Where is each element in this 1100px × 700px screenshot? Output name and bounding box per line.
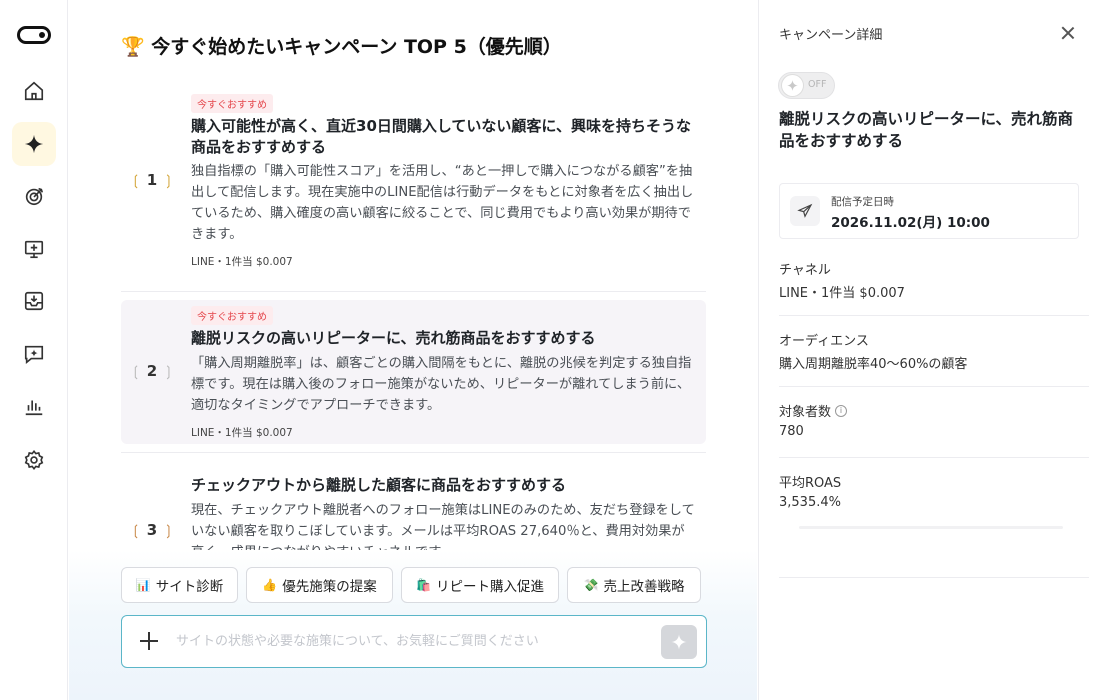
laurel-left-icon: ❲ (129, 523, 142, 539)
schedule-label: 配信予定日時 (831, 196, 894, 208)
chip-sales-strategy[interactable]: 💸 売上改善戦略 (567, 567, 701, 603)
sidebar (0, 0, 68, 700)
campaign-title: チェックアウトから離脱した顧客に商品をおすすめする (191, 476, 567, 494)
rank-number: 3 (146, 521, 158, 539)
laurel-left-icon: ❲ (129, 364, 142, 380)
channel-value: LINE・1件当 $0.007 (779, 286, 905, 301)
chart-emoji-icon: 📊 (135, 578, 151, 592)
divider (779, 315, 1089, 316)
rank-number: 1 (146, 171, 158, 189)
toggle-label: OFF (808, 79, 827, 90)
logo[interactable] (17, 26, 51, 44)
shopping-bag-icon: 🛍️ (416, 578, 431, 592)
inbox-icon[interactable] (12, 279, 56, 323)
message-sparkle-icon[interactable] (12, 332, 56, 376)
toggle-knob (782, 75, 803, 96)
page-title: 🏆 今すぐ始めたいキャンペーン TOP 5（優先順） (121, 36, 562, 58)
channel-label: チャネル (779, 263, 831, 278)
send-button[interactable] (661, 625, 697, 659)
chip-label: 優先施策の提案 (282, 579, 377, 595)
recommend-badge: 今すぐおすすめ (191, 306, 273, 325)
audience-value: 購入周期離脱率40〜60%の顧客 (779, 357, 968, 372)
chat-input-box (121, 615, 707, 668)
audience-label: オーディエンス (779, 334, 869, 349)
rank-badge: ❲ 1 ❳ (129, 171, 175, 189)
bar-chart-icon[interactable] (12, 384, 56, 428)
divider (779, 457, 1089, 458)
divider (779, 577, 1089, 578)
laurel-right-icon: ❳ (162, 173, 175, 189)
divider (121, 452, 706, 453)
loading-bar (799, 526, 1063, 529)
campaign-card-1[interactable]: ❲ 1 ❳ 今すぐおすすめ 購入可能性が高く、直近30日間購入していない顧客に、… (121, 82, 706, 290)
sparkle-icon[interactable] (12, 122, 56, 166)
schedule-value: 2026.11.02(月) 10:00 (831, 215, 990, 231)
panel-title: 離脱リスクの高いリピーターに、売れ筋商品をおすすめする (779, 110, 1074, 150)
monitor-plus-icon[interactable] (12, 227, 56, 271)
chip-repeat-purchase[interactable]: 🛍️ リピート購入促進 (401, 567, 559, 603)
plus-icon[interactable] (138, 630, 160, 652)
campaign-detail-panel: キャンペーン詳細 OFF 離脱リスクの高いリピーターに、売れ筋商品をおすすめする… (758, 0, 1100, 700)
sparkle-icon (671, 634, 687, 650)
roas-label: 平均ROAS (779, 476, 842, 491)
close-icon[interactable] (1059, 24, 1077, 42)
chip-label: リピート購入促進 (435, 579, 544, 595)
target-icon[interactable] (12, 174, 56, 218)
chip-priority-proposal[interactable]: 👍 優先施策の提案 (246, 567, 393, 603)
campaign-toggle[interactable]: OFF (778, 72, 835, 99)
divider (121, 291, 706, 292)
laurel-left-icon: ❲ (129, 173, 142, 189)
chip-site-diagnosis[interactable]: 📊 サイト診断 (121, 567, 238, 603)
settings-icon[interactable] (12, 438, 56, 482)
campaign-description: 現在、チェックアウト離脱者へのフォロー施策はLINEのみのため、友だち登録をして… (191, 503, 695, 550)
main-content: 🏆 今すぐ始めたいキャンペーン TOP 5（優先順） ❲ 1 ❳ 今すぐおすすめ… (69, 0, 757, 700)
campaign-meta: LINE・1件当 $0.007 (191, 256, 293, 268)
target-count-label: 対象者数 (779, 405, 832, 420)
money-icon: 💸 (583, 578, 599, 592)
send-icon (790, 196, 820, 226)
target-count-row: 対象者数 i (779, 401, 848, 420)
sparkle-icon (787, 80, 798, 91)
campaign-description: 独自指標の「購入可能性スコア」を活用し、“あと一押しで購入につながる顧客”を抽出… (191, 164, 694, 242)
laurel-right-icon: ❳ (162, 523, 175, 539)
campaign-card-3[interactable]: ❲ 3 ❳ チェックアウトから離脱した顧客に商品をおすすめする 現在、チェックア… (121, 462, 706, 550)
chat-input[interactable] (176, 630, 646, 652)
chip-label: 売上改善戦略 (603, 579, 685, 595)
panel-header: キャンペーン詳細 (779, 28, 883, 43)
laurel-right-icon: ❳ (162, 364, 175, 380)
divider (779, 386, 1089, 387)
target-count-value: 780 (779, 424, 804, 439)
campaign-card-2[interactable]: ❲ 2 ❳ 今すぐおすすめ 離脱リスクの高いリピーターに、売れ筋商品をおすすめす… (121, 300, 706, 444)
recommend-badge: 今すぐおすすめ (191, 94, 273, 113)
campaign-title: 離脱リスクの高いリピーターに、売れ筋商品をおすすめする (191, 329, 596, 347)
home-icon[interactable] (12, 69, 56, 113)
roas-value: 3,535.4% (779, 495, 841, 510)
thumbs-up-icon: 👍 (262, 578, 278, 592)
campaign-meta: LINE・1件当 $0.007 (191, 427, 293, 439)
campaign-title: 購入可能性が高く、直近30日間購入していない顧客に、興味を持ちそうな商品をおすす… (191, 117, 691, 156)
rank-badge: ❲ 3 ❳ (129, 521, 175, 539)
rank-number: 2 (146, 362, 158, 380)
schedule-box: 配信予定日時 2026.11.02(月) 10:00 (779, 183, 1079, 239)
info-icon[interactable]: i (835, 404, 848, 417)
campaign-description: 「購入周期離脱率」は、顧客ごとの購入間隔をもとに、離脱の兆候を判定する独自指標で… (191, 356, 692, 413)
rank-badge: ❲ 2 ❳ (129, 362, 175, 380)
chip-label: サイト診断 (155, 579, 224, 595)
